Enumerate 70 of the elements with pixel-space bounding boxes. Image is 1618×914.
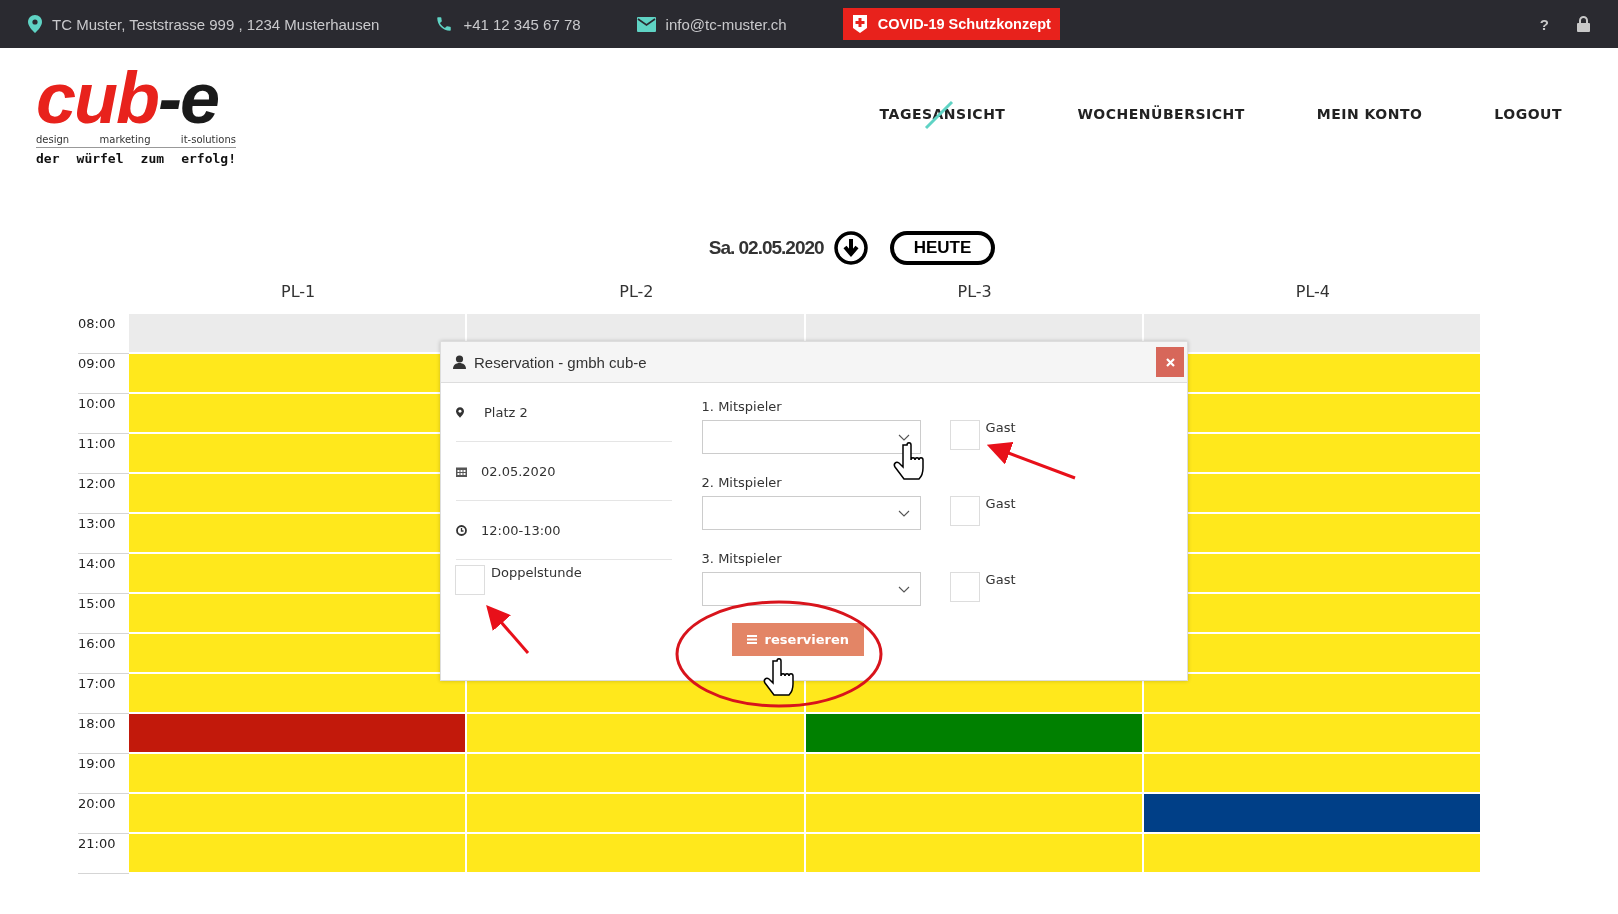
time-label: 18:00 xyxy=(78,716,116,731)
close-icon xyxy=(1165,357,1175,367)
location-pin-icon xyxy=(456,406,464,418)
time-label: 08:00 xyxy=(78,316,116,331)
nav-link[interactable]: LOGOUT xyxy=(1494,98,1562,130)
arrow-annotation xyxy=(486,604,530,654)
logo-slogan-word: würfel xyxy=(76,151,124,166)
chevron-down-icon xyxy=(897,433,910,441)
field-label: 1. Mitspieler xyxy=(701,399,783,414)
court-heading: PL-1 xyxy=(281,281,316,301)
guest-checkbox[interactable] xyxy=(949,420,980,450)
guest-checkbox[interactable] xyxy=(949,572,980,602)
time-label: 14:00 xyxy=(78,556,116,571)
covid-button[interactable]: COVID-19 Schutzkonzept xyxy=(842,8,1060,40)
time-label: 20:00 xyxy=(78,796,116,811)
date-heading: Sa. 02.05.2020 xyxy=(708,237,824,259)
nav-link[interactable]: MEIN KONTO xyxy=(1316,98,1423,130)
court-heading: PL-2 xyxy=(619,281,654,301)
email-link[interactable]: info@tc-muster.ch xyxy=(665,15,787,33)
location-pin-icon xyxy=(28,15,42,33)
nav-link[interactable]: WOCHENÜBERSICHT xyxy=(1077,98,1245,130)
field-label: 2. Mitspieler xyxy=(701,475,783,490)
logo-slogan-word: erfolg! xyxy=(181,151,236,166)
court-heading: PL-4 xyxy=(1295,281,1330,301)
court-name: Platz 2 xyxy=(484,404,528,420)
player-select[interactable] xyxy=(701,572,921,606)
today-button[interactable]: HEUTE xyxy=(889,231,996,265)
time-label: 13:00 xyxy=(78,516,116,531)
reservation-date: 02.05.2020 xyxy=(481,463,556,479)
logo-service-text: marketing xyxy=(99,134,151,145)
court-heading: PL-3 xyxy=(957,281,992,301)
time-label: 09:00 xyxy=(78,356,116,371)
user-icon xyxy=(453,355,466,369)
hand-cursor-icon xyxy=(893,442,924,480)
swiss-cross-icon xyxy=(851,15,868,33)
time-slot[interactable] xyxy=(1143,794,1482,834)
checkbox-label: Gast xyxy=(985,420,1016,435)
chevron-down-icon xyxy=(897,509,910,517)
phone-icon xyxy=(435,15,454,33)
time-label: 17:00 xyxy=(78,676,116,691)
checkbox-label: Gast xyxy=(985,496,1016,511)
address-text: TC Muster, Teststrasse 999 , 1234 Musterhausen xyxy=(52,15,380,33)
time-slot[interactable] xyxy=(805,714,1144,754)
dialog-title: Reservation - gmbh cub-e xyxy=(474,353,647,371)
guest-checkbox[interactable] xyxy=(949,496,980,526)
reservation-time: 12:00-13:00 xyxy=(481,522,561,538)
time-label: 15:00 xyxy=(78,596,116,611)
mail-icon xyxy=(636,16,656,32)
menu-icon xyxy=(746,635,757,644)
checkbox-label: Gast xyxy=(985,572,1016,587)
lock-icon[interactable] xyxy=(1577,16,1590,32)
clock-icon xyxy=(456,524,467,536)
time-label: 10:00 xyxy=(78,396,116,411)
logo-slogan-word: zum xyxy=(140,151,165,166)
help-link[interactable]: ? xyxy=(1539,15,1549,33)
calendar-icon xyxy=(456,465,467,477)
field-label: 3. Mitspieler xyxy=(701,551,783,566)
chevron-down-icon xyxy=(897,585,910,593)
double-hour-checkbox[interactable] xyxy=(455,565,485,595)
close-button[interactable] xyxy=(1156,347,1184,377)
time-label: 19:00 xyxy=(78,756,116,771)
phone-link[interactable]: +41 12 345 67 78 xyxy=(463,15,581,33)
time-slot[interactable] xyxy=(129,714,468,754)
logo-service-text: it-solutions xyxy=(180,134,236,145)
time-label: 11:00 xyxy=(78,436,116,451)
checkbox-label: Doppelstunde xyxy=(491,565,582,580)
time-label: 12:00 xyxy=(78,476,116,491)
logo-slogan-word: der xyxy=(36,151,60,166)
time-label: 16:00 xyxy=(78,636,116,651)
time-label: 21:00 xyxy=(78,836,116,851)
